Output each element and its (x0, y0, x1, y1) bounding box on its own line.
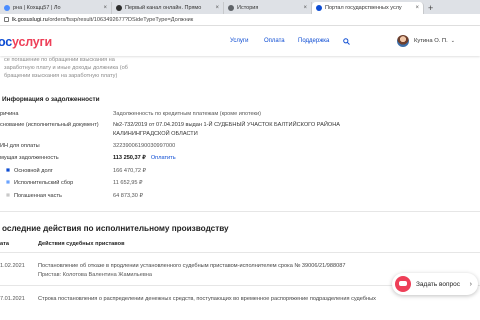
address-bar[interactable]: lk.gosuslugi.ru/orders/fssp/result/10634… (0, 14, 480, 26)
avatar (397, 35, 409, 47)
search-icon[interactable] (343, 38, 350, 45)
browser-tab[interactable]: Первый канал онлайн. Прямо × (112, 2, 224, 14)
tab-favicon-icon (116, 5, 122, 11)
action-date: 1.02.2021 (0, 263, 25, 269)
site-header: осуслуги Услуги Оплата Поддержка Кутина … (0, 26, 480, 56)
browser-tabbar: рна | Кохщц57 | Ло × Первый канал онлайн… (0, 0, 480, 14)
close-icon[interactable]: × (100, 5, 107, 11)
nav-support[interactable]: Поддержка (298, 38, 329, 44)
nav-services[interactable]: Услуги (230, 38, 248, 44)
col-action-header: Действия судебных приставов (38, 241, 125, 247)
chat-icon (395, 276, 411, 292)
ask-question-label: Задать вопрос (416, 280, 460, 288)
new-tab-icon[interactable]: + (424, 2, 437, 14)
divider (0, 252, 480, 253)
enforcement-fee-icon (6, 180, 10, 184)
tab-label: Портал государственных услу (325, 5, 402, 11)
action-bailiff: Пристав: Колотова Валентина Жамильевна (38, 272, 153, 278)
user-name: Кутина О. П. (414, 38, 448, 44)
col-date-header: ата (0, 241, 9, 247)
action-date: 7.01.2021 (0, 296, 25, 302)
history-icon (228, 5, 234, 11)
tab-favicon-icon (4, 5, 10, 11)
tab-favicon-icon (316, 5, 322, 11)
tab-label: Первый канал онлайн. Прямо (125, 5, 202, 11)
chevron-down-icon: ⌄ (450, 38, 455, 44)
actions-title: оследние действия по исполнительному про… (2, 224, 229, 233)
close-icon[interactable]: × (300, 5, 307, 11)
url-text[interactable]: lk.gosuslugi.ru/orders/fssp/result/10634… (12, 17, 193, 23)
browser-tab[interactable]: История × (224, 2, 312, 14)
action-text: Строка постановления о распределении ден… (38, 296, 376, 302)
tab-label: История (237, 5, 259, 11)
nav-payment[interactable]: Оплата (264, 38, 285, 44)
paid-part-icon (6, 193, 10, 197)
browser-tab-active[interactable]: Портал государственных услу × (312, 2, 424, 14)
gosuslugi-logo[interactable]: осуслуги (0, 35, 52, 49)
close-icon[interactable]: × (412, 5, 419, 11)
action-text: Постановление об отказе в продлении уста… (38, 263, 346, 269)
intro-text: се погашение по обращении взыскания на з… (4, 57, 128, 79)
ask-question-button[interactable]: Задать вопрос › (392, 273, 478, 295)
browser-tab[interactable]: рна | Кохщц57 | Ло × (0, 2, 112, 14)
debt-info-title: Информация о задолженности (2, 96, 100, 103)
close-icon[interactable]: × (212, 5, 219, 11)
tab-label: рна | Кохщц57 | Ло (13, 5, 61, 11)
chevron-right-icon: › (469, 280, 472, 288)
lock-icon (4, 17, 9, 22)
user-profile[interactable]: Кутина О. П. ⌄ (397, 35, 455, 47)
total-amount: 113 250,37 ₽ (113, 155, 146, 161)
principal-debt-icon (6, 168, 10, 172)
divider (0, 211, 480, 212)
pay-link[interactable]: Оплатить (151, 155, 176, 161)
